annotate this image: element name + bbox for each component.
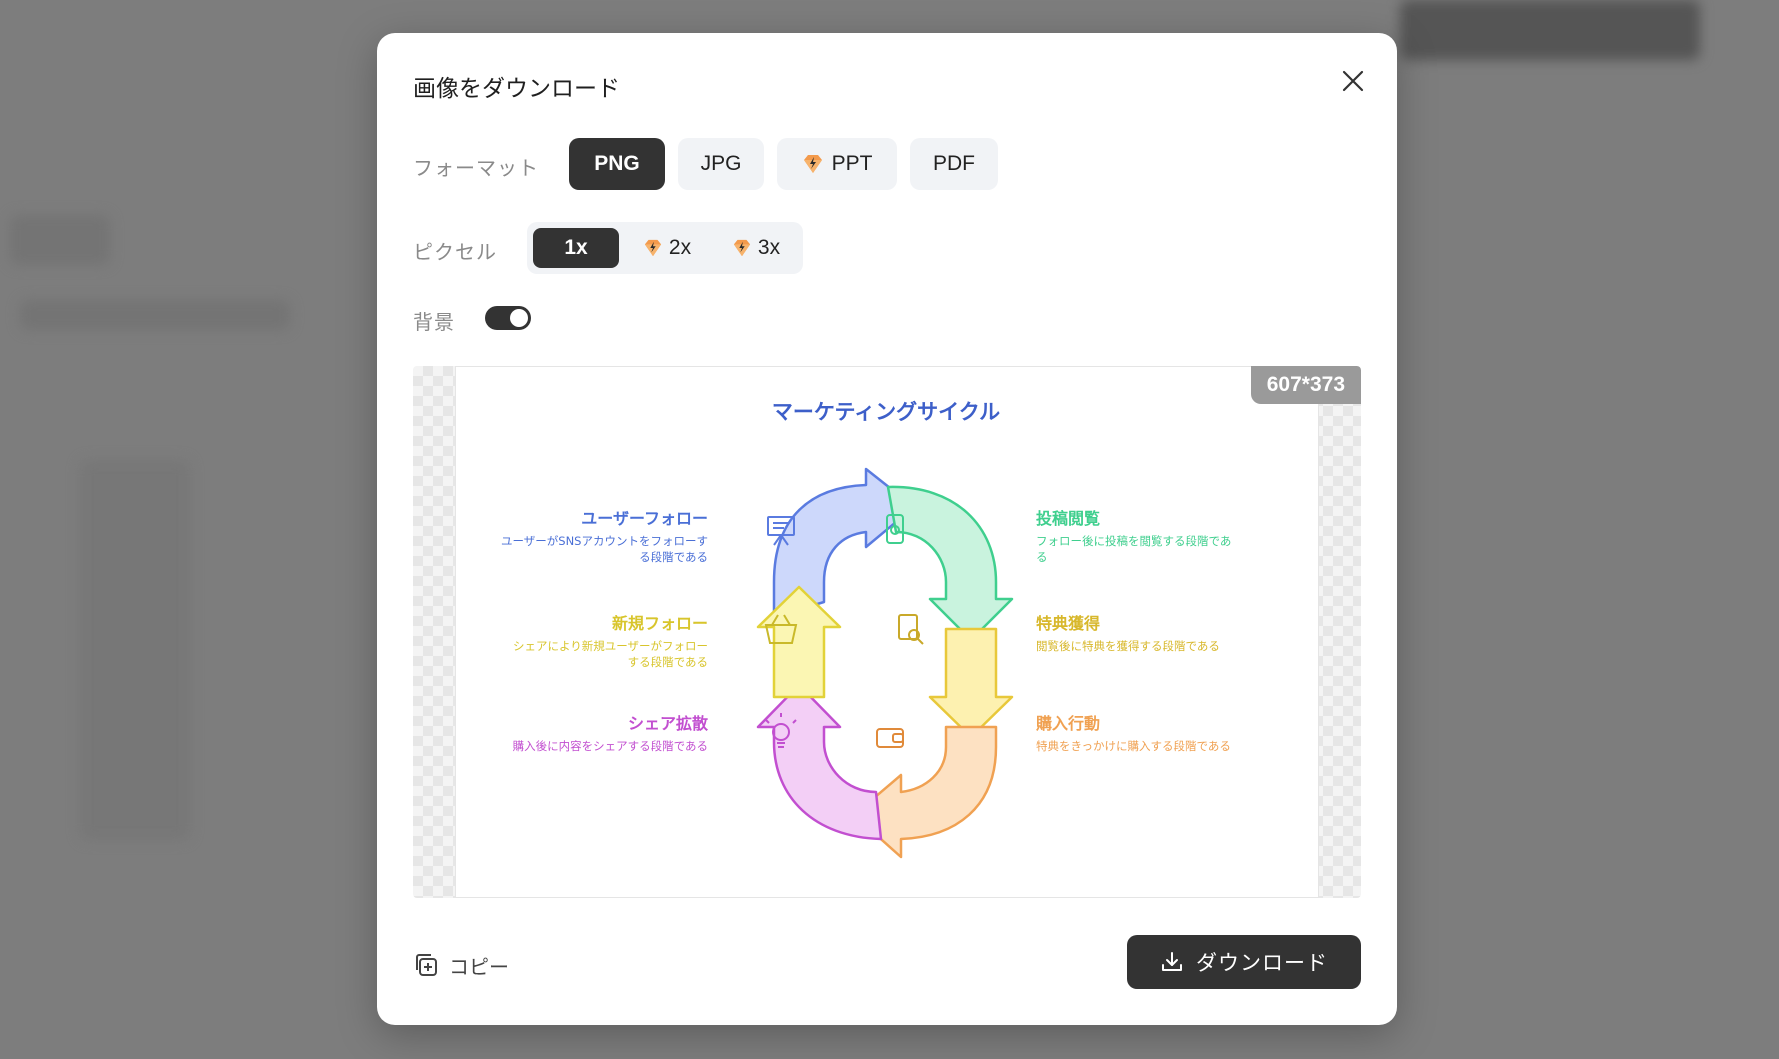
image-size-badge: 607*373 <box>1250 366 1361 404</box>
copy-label: コピー <box>449 954 509 979</box>
dialog-title: 画像をダウンロード <box>413 76 620 102</box>
preview-canvas: マーケティングサイクル ユーザーフォロー ユーザーがSNSアカウントをフォローす… <box>455 366 1319 898</box>
background-blur-block <box>20 300 290 330</box>
pixel-option-label: 1x <box>564 236 588 259</box>
format-option-pdf[interactable]: PDF <box>910 138 998 190</box>
copy-icon <box>416 954 437 976</box>
format-option-label: JPG <box>700 152 742 175</box>
pixel-option-2x[interactable]: 2x <box>627 228 707 268</box>
stage-description: る段階である <box>639 550 708 564</box>
download-label: ダウンロード <box>1196 951 1328 975</box>
stage-description: シェアにより新規ユーザーがフォロー <box>513 639 708 653</box>
premium-gem-icon <box>644 239 662 257</box>
download-icon <box>1162 952 1182 971</box>
background-label: 背景 <box>413 310 455 334</box>
format-option-ppt[interactable]: PPT <box>777 138 897 190</box>
download-dialog: 画像をダウンロード フォーマット PNG JPG PPT PDF ピクセル 1x <box>377 33 1397 1025</box>
wallet-icon <box>876 728 904 748</box>
cycle-arrow-purple <box>756 683 883 841</box>
cycle-arrow-green <box>886 485 1014 642</box>
infographic-title: マーケティングサイクル <box>772 400 1000 424</box>
format-option-label: PNG <box>594 152 640 175</box>
stage-description: る <box>1036 550 1048 564</box>
pixel-option-3x[interactable]: 3x <box>715 228 797 268</box>
background-blur-block <box>1400 0 1700 60</box>
copy-button[interactable]: コピー <box>413 945 509 985</box>
format-option-png[interactable]: PNG <box>569 138 665 190</box>
background-blur-block <box>10 215 110 265</box>
stage-description: 特典をきっかけに購入する段階である <box>1036 739 1231 753</box>
toggle-knob <box>510 309 528 327</box>
pixel-label: ピクセル <box>413 240 497 264</box>
background-toggle[interactable] <box>485 306 531 330</box>
format-option-jpg[interactable]: JPG <box>678 138 764 190</box>
infographic: マーケティングサイクル ユーザーフォロー ユーザーがSNSアカウントをフォローす… <box>501 400 1231 859</box>
download-button[interactable]: ダウンロード <box>1127 935 1361 989</box>
stage-description: する段階である <box>628 655 708 669</box>
stage-description: フォロー後に投稿を閲覧する段階であ <box>1036 534 1231 548</box>
background-blur-block <box>80 460 190 840</box>
premium-gem-icon <box>733 239 751 257</box>
format-label: フォーマット <box>413 156 539 180</box>
pixel-option-label: 3x <box>757 236 781 259</box>
cycle-arrow-yellow-right <box>928 627 1014 739</box>
stage-title: 特典獲得 <box>1036 614 1100 633</box>
stage-title: 投稿閲覧 <box>1036 509 1100 528</box>
stage-description: 購入後に内容をシェアする段階である <box>513 739 708 753</box>
close-icon <box>1342 70 1364 92</box>
format-option-label: PPT <box>831 152 873 175</box>
stage-title: シェア拡散 <box>628 714 709 733</box>
stage-title: 新規フォロー <box>612 614 708 633</box>
stage-description: ユーザーがSNSアカウントをフォローす <box>501 534 708 548</box>
stage-title: 購入行動 <box>1035 714 1100 733</box>
pixel-segmented-control: 1x 2x 3x <box>527 222 803 274</box>
stage-title: ユーザーフォロー <box>581 509 708 528</box>
format-option-label: PDF <box>933 152 975 175</box>
stage-description: 閲覧後に特典を獲得する段階である <box>1036 639 1220 653</box>
image-preview: マーケティングサイクル ユーザーフォロー ユーザーがSNSアカウントをフォローす… <box>413 366 1361 898</box>
premium-gem-icon <box>803 155 822 173</box>
pixel-option-1x[interactable]: 1x <box>533 228 619 268</box>
pixel-option-label: 2x <box>668 236 692 259</box>
close-button[interactable] <box>1339 67 1367 95</box>
document-search-icon <box>898 614 924 645</box>
